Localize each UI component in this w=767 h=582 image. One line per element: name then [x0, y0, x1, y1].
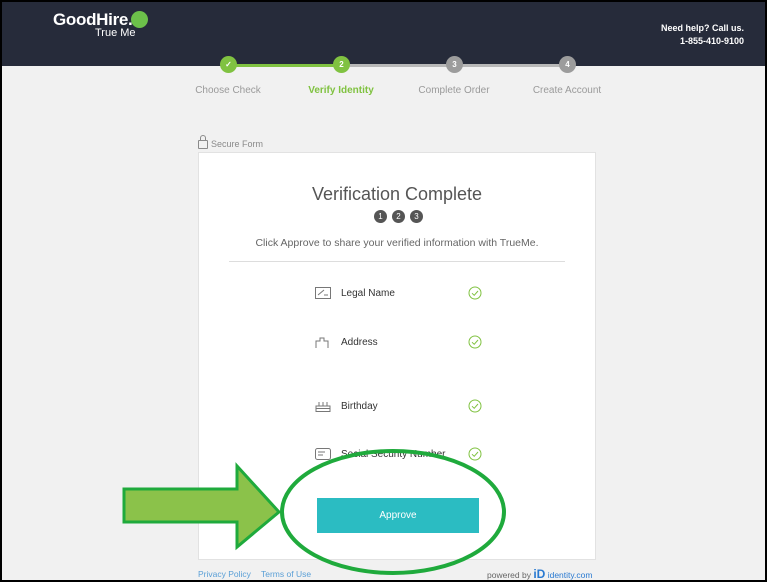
secure-form-label: Secure Form	[198, 135, 264, 149]
goodhire-logo[interactable]: GoodHire. True Me	[53, 10, 173, 50]
field-label-ssn: Social Security Number	[341, 449, 446, 460]
mini-step-indicator: 1 2 3	[374, 210, 424, 224]
identity-brand-text: identity.com	[547, 570, 593, 580]
powered-by-text: powered by	[487, 570, 531, 580]
top-header: GoodHire. True Me Need help? Call us. 1-…	[2, 2, 765, 66]
secure-form-text: Secure Form	[211, 139, 264, 149]
powered-by-identity[interactable]: powered by iD identity.com	[487, 567, 592, 581]
card-subtitle: Click Approve to share your verified inf…	[255, 237, 539, 249]
logo-dot-icon	[131, 11, 148, 28]
lock-icon	[198, 135, 208, 149]
verified-field-ssn: Social Security Number	[315, 447, 485, 465]
check-circle-icon	[468, 399, 482, 413]
step-3-marker: 3	[446, 56, 463, 73]
progress-track-complete	[228, 64, 341, 67]
help-contact: Need help? Call us. 1-855-410-9100	[661, 22, 744, 48]
identity-logo-icon: iD	[533, 567, 546, 581]
verified-field-birthday: Birthday	[315, 399, 485, 417]
step-label-verify-identity: Verify Identity	[308, 85, 374, 96]
check-circle-icon	[468, 447, 482, 461]
privacy-policy-link[interactable]: Privacy Policy	[198, 569, 251, 579]
logo-subtitle: True Me	[95, 27, 136, 39]
cake-icon	[315, 402, 331, 412]
verified-field-legal-name: Legal Name	[315, 286, 485, 304]
verified-field-address: Address	[315, 335, 485, 353]
card-icon	[315, 448, 331, 460]
divider	[229, 261, 565, 262]
step-label-choose-check: Choose Check	[195, 85, 261, 96]
mini-step-1: 1	[374, 210, 387, 223]
help-phone[interactable]: 1-855-410-9100	[661, 35, 744, 48]
verification-card: Verification Complete 1 2 3 Click Approv…	[198, 152, 596, 560]
step-1-check-icon: ✓	[220, 56, 237, 73]
approve-button[interactable]: Approve	[317, 498, 479, 533]
step-label-create-account: Create Account	[532, 85, 602, 96]
step-label-complete-order: Complete Order	[418, 85, 490, 96]
check-circle-icon	[468, 286, 482, 300]
building-icon	[315, 337, 329, 348]
field-label-birthday: Birthday	[341, 401, 378, 412]
mini-step-3: 3	[410, 210, 423, 223]
help-text: Need help? Call us.	[660, 23, 744, 33]
mini-step-2: 2	[392, 210, 405, 223]
card-title: Verification Complete	[311, 184, 483, 204]
step-4-marker: 4	[559, 56, 576, 73]
field-label-legal-name: Legal Name	[341, 288, 395, 299]
terms-of-use-link[interactable]: Terms of Use	[261, 569, 311, 579]
id-card-icon	[315, 287, 331, 299]
step-2-marker: 2	[333, 56, 350, 73]
field-label-address: Address	[341, 337, 378, 348]
check-circle-icon	[468, 335, 482, 349]
